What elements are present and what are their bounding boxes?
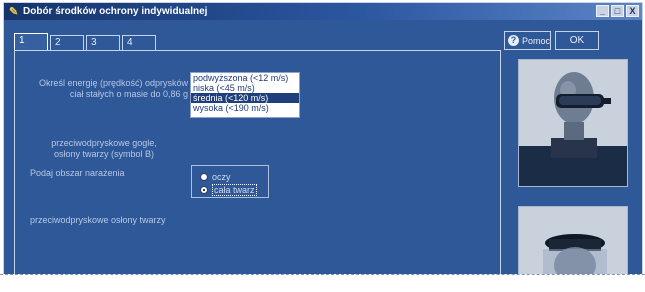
radio-label: cała twarz bbox=[212, 184, 257, 196]
recommendation-2: przeciwodpryskowe osłony twarzy bbox=[30, 215, 166, 225]
tab-4[interactable]: 4 bbox=[122, 35, 156, 50]
tab-strip: 1 2 3 4 bbox=[14, 33, 158, 50]
close-button[interactable]: X bbox=[626, 5, 639, 17]
exposure-radio-group: oczy cała twarz bbox=[191, 165, 269, 198]
radio-option-face[interactable]: cała twarz bbox=[200, 184, 257, 196]
tab-3[interactable]: 3 bbox=[86, 35, 120, 50]
energy-listbox[interactable]: podwyższona (<12 m/s) niska (<45 m/s) śr… bbox=[190, 72, 300, 118]
app-window: ✎ Dobór środków ochrony indywidualnej _ … bbox=[3, 2, 643, 277]
list-item-selected[interactable]: średnia (<120 m/s) bbox=[191, 93, 299, 103]
exposure-question: Podaj obszar narażenia bbox=[30, 168, 125, 178]
ok-button[interactable]: OK bbox=[555, 31, 599, 50]
window-title: Dobór środków ochrony indywidualnej bbox=[23, 6, 208, 17]
question-icon: ? bbox=[508, 35, 519, 46]
tools-icon: ✎ bbox=[9, 6, 19, 18]
help-button[interactable]: ? Pomoc bbox=[504, 31, 551, 50]
radio-button-checked[interactable] bbox=[200, 186, 208, 194]
face-shield-photo bbox=[518, 206, 628, 277]
maximize-button[interactable]: □ bbox=[611, 5, 624, 17]
radio-option-eyes[interactable]: oczy bbox=[200, 172, 231, 182]
tab-1[interactable]: 1 bbox=[14, 33, 48, 50]
energy-question: Określ energię (prędkość) odprysków ciał… bbox=[38, 78, 188, 99]
help-label: Pomoc bbox=[521, 35, 550, 46]
minimize-button[interactable]: _ bbox=[596, 5, 609, 17]
radio-button[interactable] bbox=[200, 173, 208, 181]
list-item[interactable]: niska (<45 m/s) bbox=[191, 83, 299, 93]
title-bar[interactable]: ✎ Dobór środków ochrony indywidualnej _ … bbox=[4, 3, 642, 20]
radio-label: oczy bbox=[212, 172, 231, 182]
tab-2[interactable]: 2 bbox=[50, 35, 84, 50]
list-item[interactable]: wysoka (<190 m/s) bbox=[191, 103, 299, 113]
goggles-photo bbox=[518, 59, 628, 187]
list-item[interactable]: podwyższona (<12 m/s) bbox=[191, 73, 299, 83]
scan-artifact bbox=[0, 274, 645, 292]
recommendation-1: przeciwodpryskowe gogle, osłony twarzy (… bbox=[51, 138, 157, 159]
